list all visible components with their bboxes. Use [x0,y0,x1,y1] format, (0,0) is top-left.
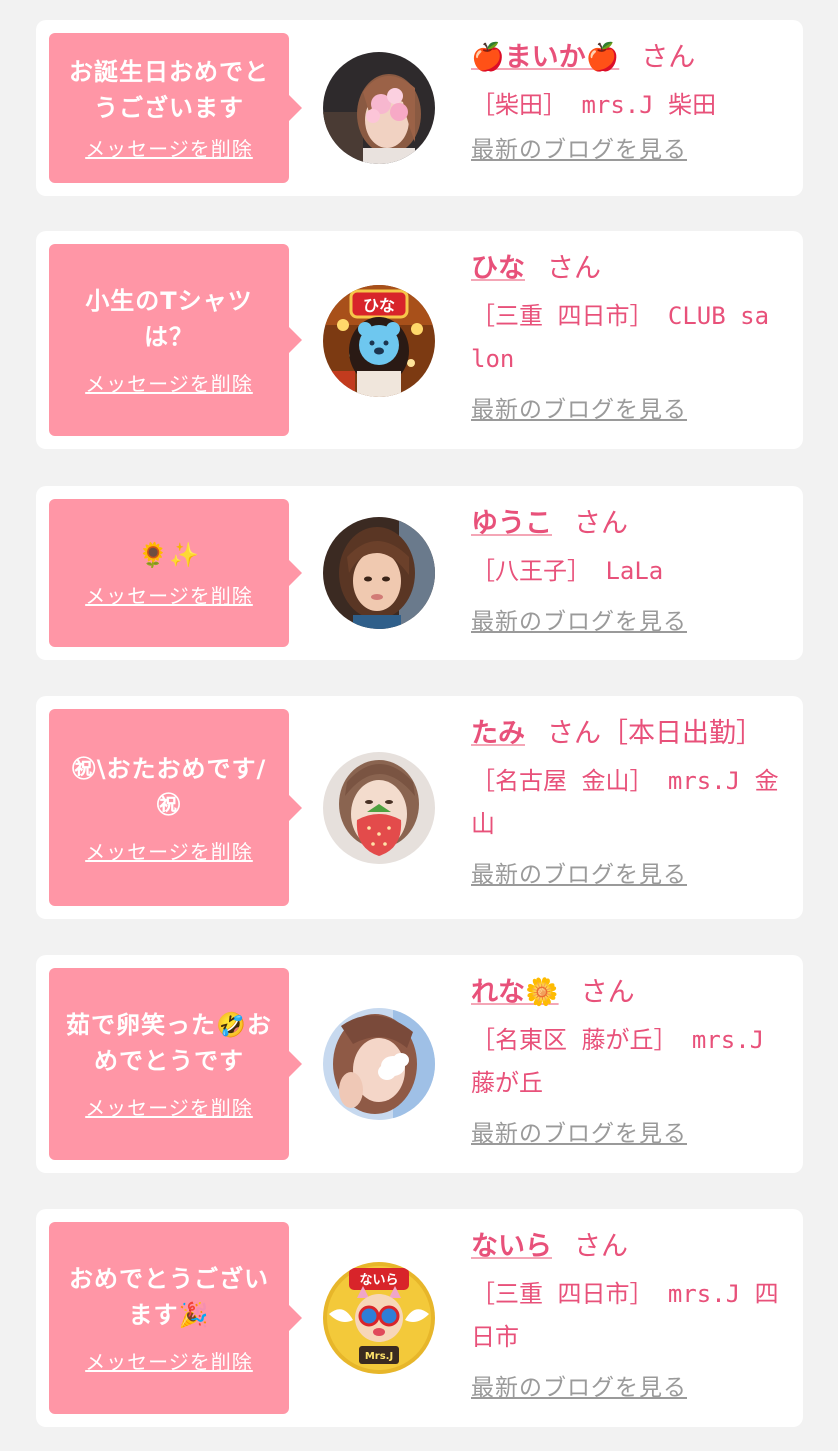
sender-name-link[interactable]: 🍎まいか🍎 [471,42,619,73]
sender-info: 🍎まいか🍎 さん ［柴田］ mrs.J 柴田 最新のブログを見る [471,38,781,165]
sender-info: ゆうこ さん ［八王子］ LaLa 最新のブログを見る [471,504,781,637]
shop-info: ［三重 四日市］ CLUB salon [471,302,770,373]
sender-info: ひな さん ［三重 四日市］ CLUB salon 最新のブログを見る [471,249,781,425]
sender-name-link[interactable]: ないら [471,1231,552,1262]
message-text: 小生のTシャツは？ [85,287,253,351]
message-list: お誕生日おめでとうございます メッセージを削除 🍎まいか🍎 さん ［柴田］ mrs [0,0,838,1451]
shop-info: ［八王子］ LaLa [471,557,664,585]
message-card: 茹で卵笑った🤣おめでとうです メッセージを削除 れな🌼 さん ［名東区 藤が丘］ … [36,955,803,1173]
message-card: 🌻✨ メッセージを削除 ゆうこ さん ［八王子］ LaLa 最新のブログを見る [36,486,803,660]
message-bubble: 🌻✨ メッセージを削除 [49,499,302,647]
delete-message-link[interactable]: メッセージを削除 [85,1349,253,1375]
delete-message-link[interactable]: メッセージを削除 [85,136,253,162]
latest-blog-link[interactable]: 最新のブログを見る [471,135,687,165]
attendance-status: ［本日出勤］ [601,718,763,749]
shop-info: ［三重 四日市］ mrs.J 四日市 [471,1280,779,1351]
honorific: さん [574,508,628,539]
honorific: さん [580,977,635,1008]
avatar[interactable]: ひな [323,285,435,397]
latest-blog-link[interactable]: 最新のブログを見る [471,607,687,637]
sender-name-row: たみ さん［本日出勤］ [471,714,781,754]
avatar[interactable] [323,52,435,164]
sender-name-row: ないら さん [471,1227,781,1267]
message-card: ㊗\おたおめです/㊗ メッセージを削除 たみ さん［本日出勤］ ［名古屋 金山］… [36,696,803,919]
sender-name-row: ゆうこ さん [471,504,781,544]
avatar[interactable] [323,752,435,864]
sender-info: たみ さん［本日出勤］ ［名古屋 金山］ mrs.J 金山 最新のブログを見る [471,714,781,890]
honorific: さん [547,253,601,284]
shop-info: ［名古屋 金山］ mrs.J 金山 [471,767,779,838]
message-text: おめでとうございます🎉 [69,1265,269,1329]
honorific: さん [641,42,696,73]
avatar-sign-text: Mrs.J [365,1351,393,1362]
avatar-badge-text: ないら [359,1273,398,1288]
delete-message-link[interactable]: メッセージを削除 [85,1095,253,1121]
delete-message-link[interactable]: メッセージを削除 [85,839,253,865]
avatar[interactable] [323,1008,435,1120]
avatar-badge-text: ひな [363,296,395,315]
message-bubble: おめでとうございます🎉 メッセージを削除 [49,1222,302,1414]
delete-message-link[interactable]: メッセージを削除 [85,371,253,397]
sender-info: ないら さん ［三重 四日市］ mrs.J 四日市 最新のブログを見る [471,1227,781,1403]
sender-name-link[interactable]: ゆうこ [471,508,552,539]
latest-blog-link[interactable]: 最新のブログを見る [471,1119,687,1149]
sender-name-row: れな🌼 さん [471,973,781,1013]
sender-name-link[interactable]: れな🌼 [471,977,559,1008]
message-text: ㊗\おたおめです/㊗ [71,754,267,819]
sender-name-row: 🍎まいか🍎 さん [471,38,781,78]
shop-info: ［名東区 藤が丘］ mrs.J 藤が丘 [471,1026,765,1097]
message-card: おめでとうございます🎉 メッセージを削除 ないら Mrs.J ないら さん ［三… [36,1209,803,1427]
latest-blog-link[interactable]: 最新のブログを見る [471,860,687,890]
sender-name-row: ひな さん [471,249,781,289]
message-bubble: お誕生日おめでとうございます メッセージを削除 [49,33,302,183]
honorific: さん [574,1231,628,1262]
latest-blog-link[interactable]: 最新のブログを見る [471,1373,687,1403]
message-text: 🌻✨ [138,541,200,569]
avatar[interactable]: ないら Mrs.J [323,1262,435,1374]
sender-name-link[interactable]: ひな [471,253,525,284]
message-bubble: 小生のTシャツは？ メッセージを削除 [49,244,302,436]
message-text: お誕生日おめでとうございます [69,58,269,122]
message-card: 小生のTシャツは？ メッセージを削除 ひな ひな さん ［三重 四日市］ CLU… [36,231,803,449]
delete-message-link[interactable]: メッセージを削除 [85,583,253,609]
message-text: 茹で卵笑った🤣おめでとうです [66,1011,272,1075]
latest-blog-link[interactable]: 最新のブログを見る [471,395,687,425]
honorific: さん [547,718,601,749]
message-bubble: ㊗\おたおめです/㊗ メッセージを削除 [49,709,302,906]
shop-info: ［柴田］ mrs.J 柴田 [471,91,717,119]
sender-info: れな🌼 さん ［名東区 藤が丘］ mrs.J 藤が丘 最新のブログを見る [471,973,781,1149]
sender-name-link[interactable]: たみ [471,718,525,749]
message-bubble: 茹で卵笑った🤣おめでとうです メッセージを削除 [49,968,302,1160]
avatar[interactable] [323,517,435,629]
message-card: お誕生日おめでとうございます メッセージを削除 🍎まいか🍎 さん ［柴田］ mrs [36,20,803,196]
